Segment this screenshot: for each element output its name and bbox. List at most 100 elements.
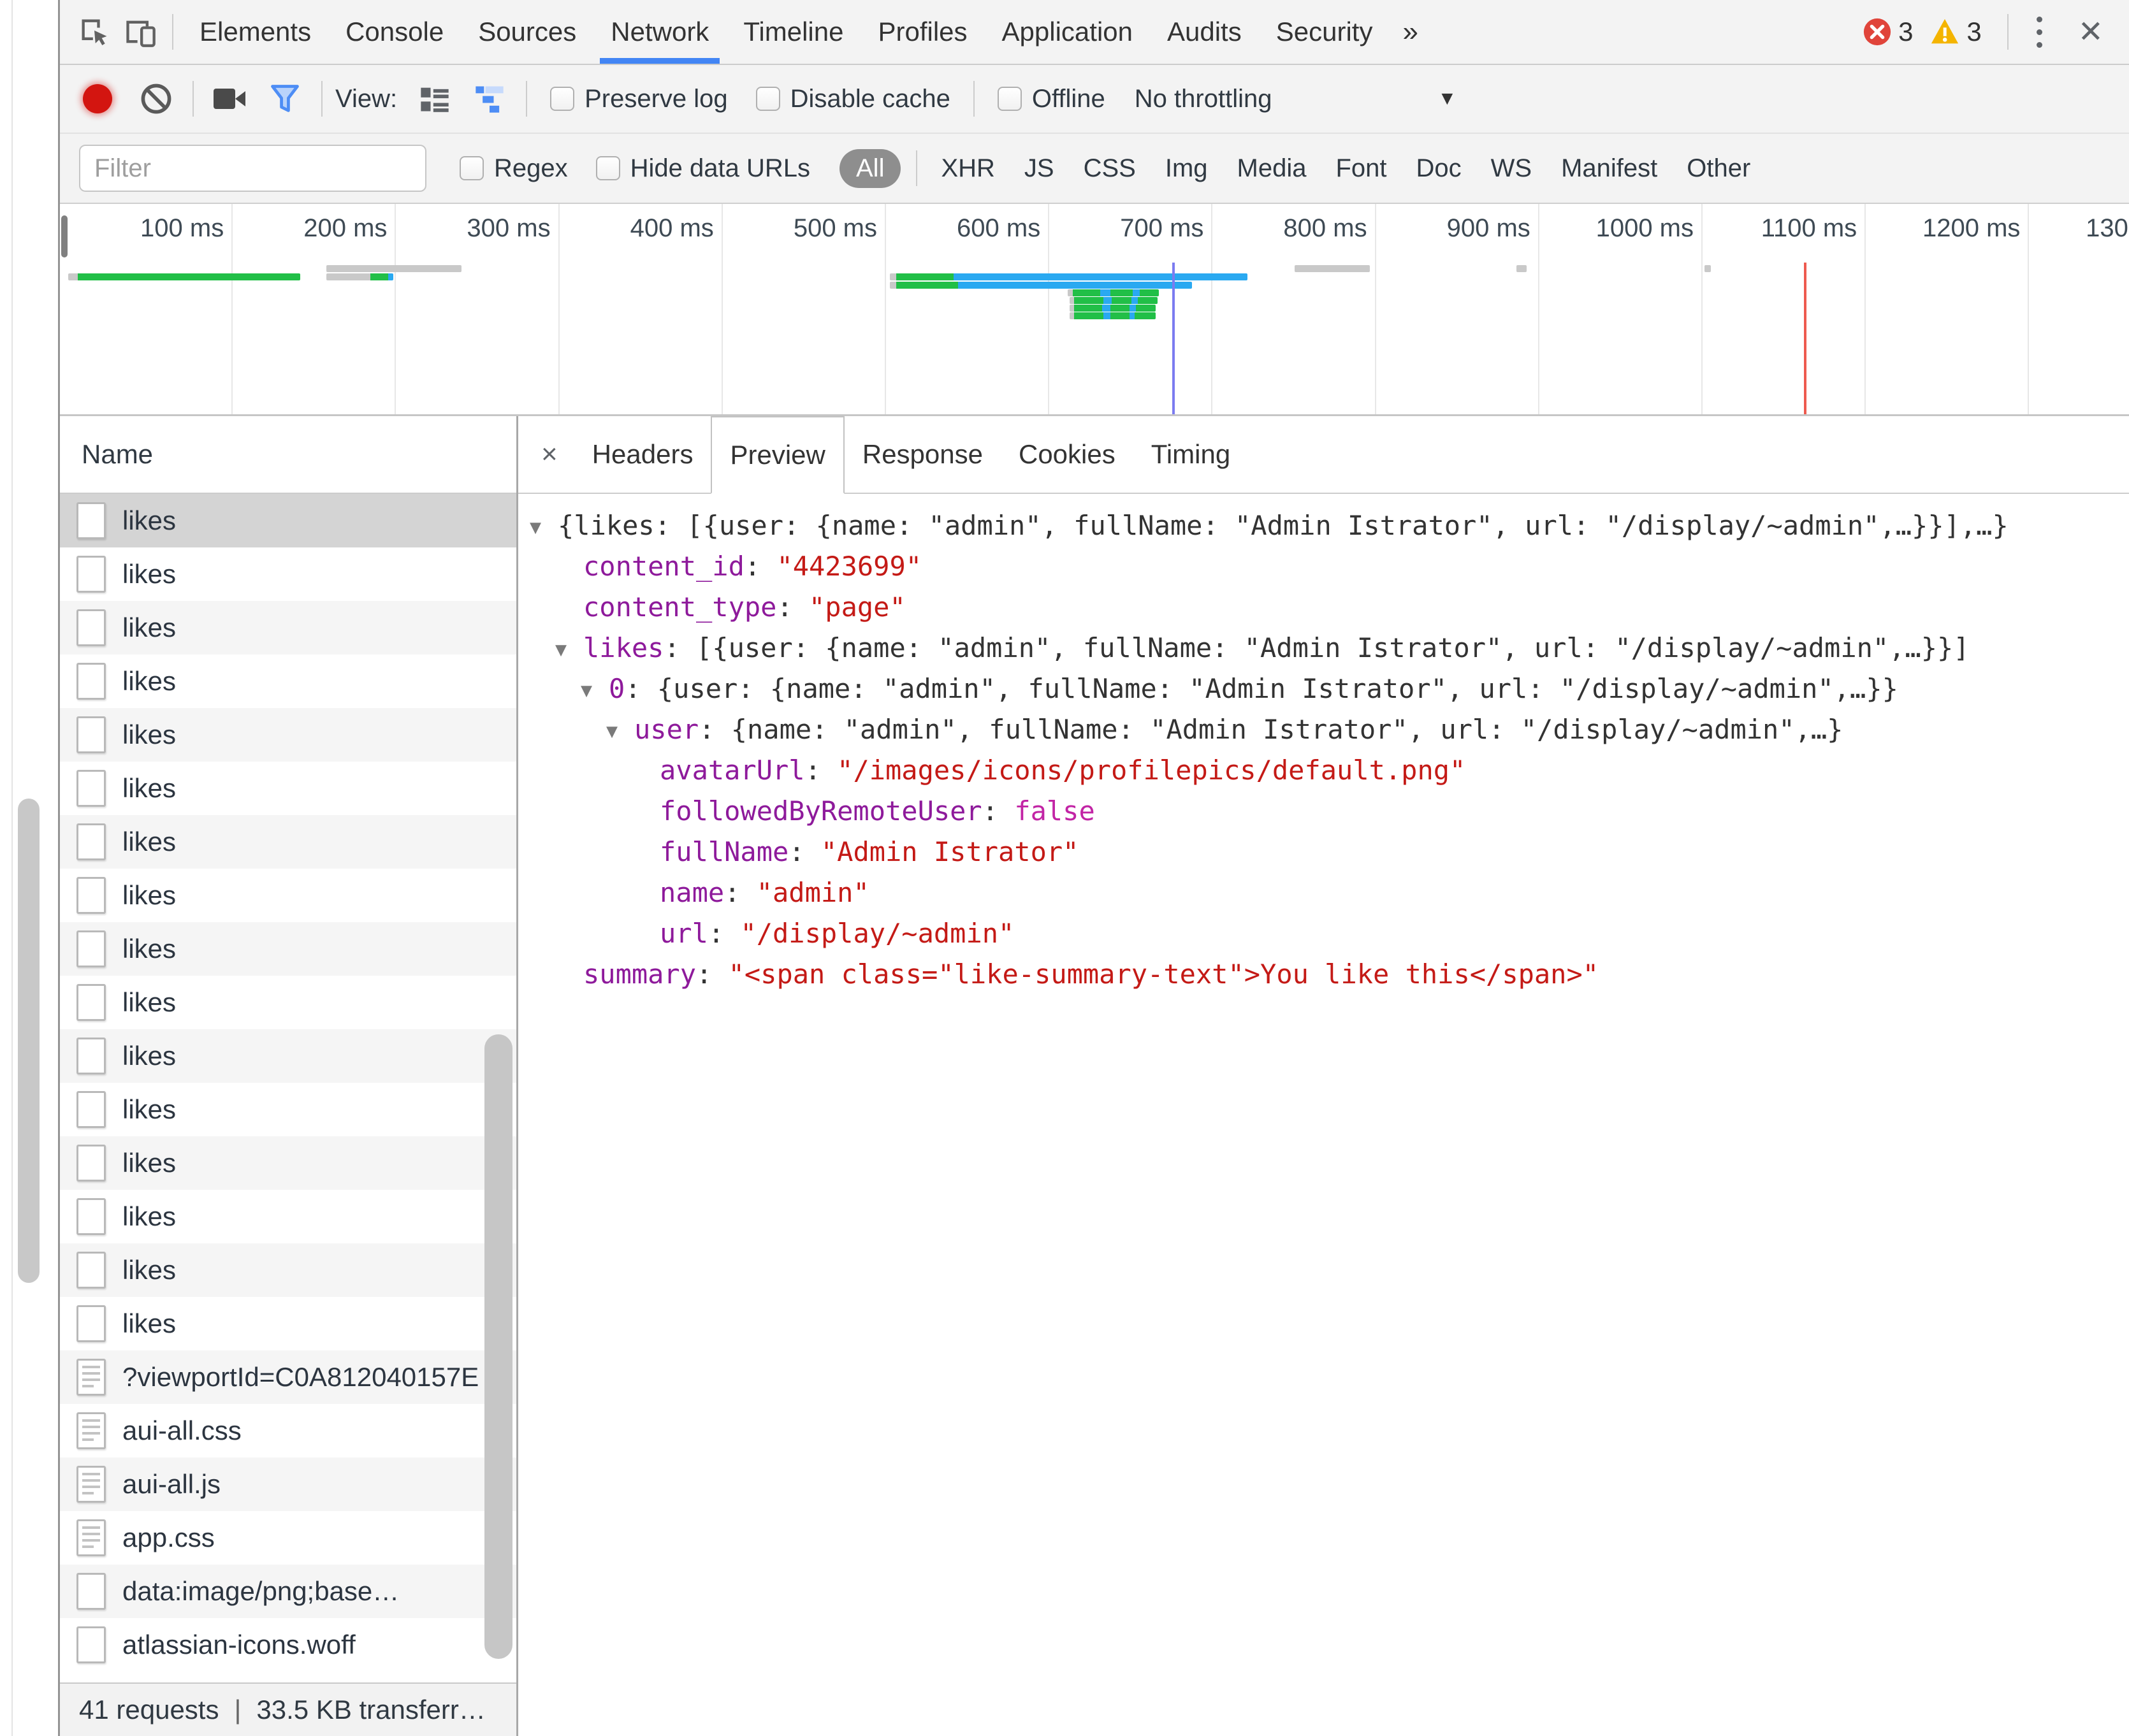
json-tree-line[interactable]: fullName: "Admin Istrator" <box>518 832 2129 872</box>
request-row[interactable]: likes <box>60 1297 516 1350</box>
request-row[interactable]: likes <box>60 708 516 762</box>
json-tree-line[interactable]: followedByRemoteUser: false <box>518 791 2129 832</box>
regex-checkbox[interactable] <box>460 156 484 180</box>
waterfall-bar[interactable] <box>890 282 1192 289</box>
request-row[interactable]: likes <box>60 601 516 655</box>
json-tree-line[interactable]: ▼0: {user: {name: "admin", fullName: "Ad… <box>518 669 2129 709</box>
waterfall-bar[interactable] <box>326 273 393 280</box>
json-tree-line[interactable]: ▼user: {name: "admin", fullName: "Admin … <box>518 709 2129 750</box>
detail-tab-timing[interactable]: Timing <box>1133 416 1248 493</box>
request-row[interactable]: likes <box>60 815 516 869</box>
tab-profiles[interactable]: Profiles <box>861 0 984 64</box>
filter-type-doc[interactable]: Doc <box>1402 154 1476 183</box>
disable-cache-checkbox[interactable] <box>756 87 780 111</box>
tab-console[interactable]: Console <box>328 0 461 64</box>
show-overview-icon[interactable] <box>471 80 508 117</box>
request-row[interactable]: aui-all.js <box>60 1458 516 1511</box>
expand-arrow-icon[interactable]: ▼ <box>581 670 609 711</box>
waterfall-bar[interactable] <box>1070 305 1156 312</box>
close-details-icon[interactable]: × <box>537 438 574 470</box>
network-overview[interactable]: 100 ms200 ms300 ms400 ms500 ms600 ms700 … <box>60 204 2129 416</box>
request-row[interactable]: likes <box>60 976 516 1029</box>
request-row[interactable]: likes <box>60 655 516 708</box>
waterfall-bar[interactable] <box>1516 265 1526 272</box>
json-tree-line[interactable]: url: "/display/~admin" <box>518 913 2129 954</box>
filter-input[interactable] <box>79 145 426 192</box>
page-scrollbar-handle[interactable] <box>18 799 40 1283</box>
tab-timeline[interactable]: Timeline <box>726 0 861 64</box>
preserve-log-checkbox[interactable] <box>550 87 574 111</box>
json-tree-line[interactable]: content_id: "4423699" <box>518 546 2129 587</box>
inspect-element-icon[interactable] <box>76 10 112 54</box>
detail-tab-headers[interactable]: Headers <box>574 416 711 493</box>
tab-sources[interactable]: Sources <box>461 0 593 64</box>
clear-network-log-icon[interactable] <box>138 80 175 117</box>
filter-type-js[interactable]: JS <box>1010 154 1069 183</box>
detail-tab-response[interactable]: Response <box>845 416 1001 493</box>
json-tree-line[interactable]: ▼{likes: [{user: {name: "admin", fullNam… <box>518 505 2129 546</box>
detail-tab-cookies[interactable]: Cookies <box>1001 416 1133 493</box>
request-row[interactable]: data:image/png;base… <box>60 1565 516 1618</box>
overview-left-handle[interactable] <box>61 215 68 257</box>
waterfall-bar[interactable] <box>1070 297 1158 304</box>
request-row[interactable]: aui-all.css <box>60 1404 516 1458</box>
waterfall-bar[interactable] <box>326 265 462 272</box>
request-row[interactable]: likes <box>60 762 516 815</box>
request-row[interactable]: likes <box>60 869 516 922</box>
json-tree-line[interactable]: name: "admin" <box>518 872 2129 913</box>
json-tree-line[interactable]: summary: "<span class="like-summary-text… <box>518 954 2129 995</box>
detail-tab-preview[interactable]: Preview <box>711 416 844 494</box>
waterfall-bar[interactable] <box>1704 265 1711 272</box>
tab-elements[interactable]: Elements <box>182 0 328 64</box>
request-row[interactable]: atlassian-icons.woff <box>60 1618 516 1672</box>
filter-type-other[interactable]: Other <box>1672 154 1765 183</box>
json-tree-line[interactable]: avatarUrl: "/images/icons/profilepics/de… <box>518 750 2129 791</box>
more-tabs-chevron[interactable]: » <box>1390 16 1430 48</box>
filter-type-media[interactable]: Media <box>1223 154 1321 183</box>
request-row[interactable]: likes <box>60 494 516 547</box>
waterfall-bar[interactable] <box>1070 312 1156 319</box>
tab-audits[interactable]: Audits <box>1150 0 1259 64</box>
filter-icon[interactable] <box>266 80 303 117</box>
waterfall-bar[interactable] <box>1068 289 1159 296</box>
hide-data-urls-checkbox[interactable] <box>596 156 620 180</box>
name-column-header[interactable]: Name <box>60 416 516 494</box>
throttling-dropdown[interactable]: No throttling ▼ <box>1135 85 1457 113</box>
request-row[interactable]: likes <box>60 547 516 601</box>
filter-type-ws[interactable]: WS <box>1476 154 1546 183</box>
tab-application[interactable]: Application <box>985 0 1150 64</box>
offline-checkbox[interactable] <box>998 87 1022 111</box>
json-tree-line[interactable]: content_type: "page" <box>518 587 2129 628</box>
expand-arrow-icon[interactable]: ▼ <box>555 630 583 670</box>
tab-network[interactable]: Network <box>593 0 726 64</box>
warning-badge-icon[interactable] <box>1929 17 1960 47</box>
filter-type-font[interactable]: Font <box>1321 154 1401 183</box>
record-network-log-button[interactable] <box>83 84 112 113</box>
request-row[interactable]: likes <box>60 1243 516 1297</box>
filter-type-css[interactable]: CSS <box>1069 154 1151 183</box>
filter-type-img[interactable]: Img <box>1151 154 1223 183</box>
json-tree-line[interactable]: ▼likes: [{user: {name: "admin", fullName… <box>518 628 2129 669</box>
filter-type-manifest[interactable]: Manifest <box>1546 154 1672 183</box>
capture-screenshots-icon[interactable] <box>212 80 249 117</box>
expand-arrow-icon[interactable]: ▼ <box>606 711 634 752</box>
filter-type-xhr[interactable]: XHR <box>926 154 1009 183</box>
expand-arrow-icon[interactable]: ▼ <box>530 507 558 548</box>
request-row[interactable]: likes <box>60 1136 516 1190</box>
waterfall-bar[interactable] <box>68 273 300 280</box>
tab-security[interactable]: Security <box>1259 0 1390 64</box>
filter-type-all[interactable]: All <box>839 149 901 188</box>
request-row[interactable]: app.css <box>60 1511 516 1565</box>
waterfall-bar[interactable] <box>890 273 1247 280</box>
request-list-scrollbar[interactable] <box>484 1034 512 1659</box>
use-large-rows-icon[interactable] <box>416 80 453 117</box>
request-row[interactable]: likes <box>60 922 516 976</box>
close-devtools-icon[interactable]: ✕ <box>2061 14 2112 50</box>
request-row[interactable]: likes <box>60 1029 516 1083</box>
request-row[interactable]: likes <box>60 1083 516 1136</box>
request-row[interactable]: likes <box>60 1190 516 1243</box>
waterfall-bar[interactable] <box>1295 265 1370 272</box>
error-badge-icon[interactable] <box>1863 17 1892 47</box>
devtools-menu-icon[interactable] <box>2017 17 2061 48</box>
request-row[interactable]: ?viewportId=C0A812040157E <box>60 1350 516 1404</box>
